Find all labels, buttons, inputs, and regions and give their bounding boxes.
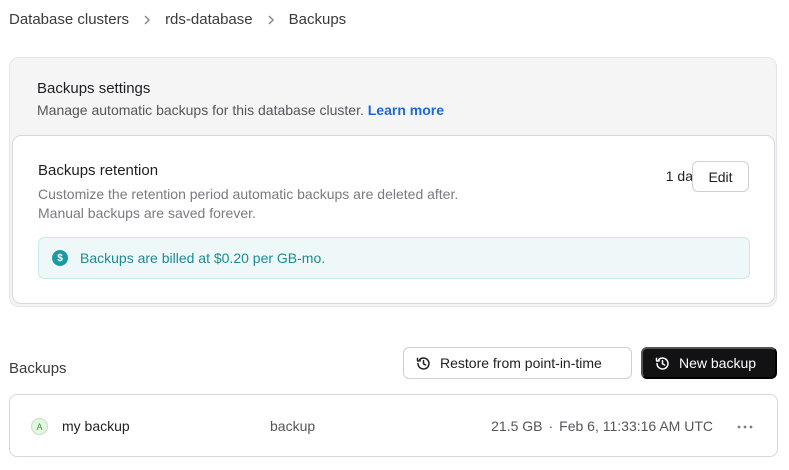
- history-icon: [416, 356, 430, 370]
- breadcrumb-rds-database[interactable]: rds-database: [165, 11, 253, 28]
- more-options-icon[interactable]: [735, 417, 755, 437]
- learn-more-link[interactable]: Learn more: [368, 102, 444, 118]
- retention-description: Customize the retention period automatic…: [38, 185, 458, 223]
- chevron-right-icon: [129, 14, 165, 25]
- list-item[interactable]: A my backup backup 21.5 GB · Feb 6, 11:33:…: [9, 394, 778, 457]
- backup-name: my backup: [62, 418, 130, 434]
- settings-description-text: Manage automatic backups for this databa…: [37, 102, 364, 118]
- settings-title: Backups settings: [37, 80, 151, 97]
- breadcrumb-database-clusters[interactable]: Database clusters: [9, 11, 129, 28]
- backups-section-title: Backups: [9, 360, 67, 377]
- breadcrumb-backups: Backups: [288, 11, 347, 28]
- backup-meta: 21.5 GB · Feb 6, 11:33:16 AM UTC: [491, 418, 713, 434]
- backup-type: backup: [270, 418, 316, 434]
- history-icon: [655, 356, 669, 370]
- billing-text: Backups are billed at $0.20 per GB-mo.: [80, 250, 326, 266]
- retention-desc-line-2: Manual backups are saved forever.: [38, 205, 256, 221]
- retention-desc-line-1: Customize the retention period automatic…: [38, 186, 459, 202]
- new-backup-button[interactable]: New backup: [641, 347, 777, 379]
- backups-retention-card: Backups retention Customize the retentio…: [12, 135, 775, 304]
- restore-point-in-time-button[interactable]: Restore from point-in-time: [403, 347, 632, 379]
- dollar-circle-icon: $: [52, 250, 68, 266]
- new-backup-label: New backup: [679, 355, 757, 371]
- retention-title: Backups retention: [38, 162, 159, 179]
- restore-label: Restore from point-in-time: [440, 355, 602, 371]
- meta-separator: ·: [548, 418, 554, 434]
- settings-description: Manage automatic backups for this databa…: [37, 102, 444, 118]
- backups-settings-panel: Backups settings Manage automatic backup…: [9, 57, 777, 307]
- edit-retention-button[interactable]: Edit: [692, 161, 749, 192]
- avatar: A: [31, 418, 48, 435]
- billing-notice: $ Backups are billed at $0.20 per GB-mo.: [38, 237, 750, 279]
- backup-size: 21.5 GB: [491, 418, 543, 434]
- breadcrumb: Database clusters rds-database Backups: [9, 11, 346, 28]
- backup-created: Feb 6, 11:33:16 AM UTC: [559, 418, 713, 434]
- chevron-right-icon: [253, 14, 289, 25]
